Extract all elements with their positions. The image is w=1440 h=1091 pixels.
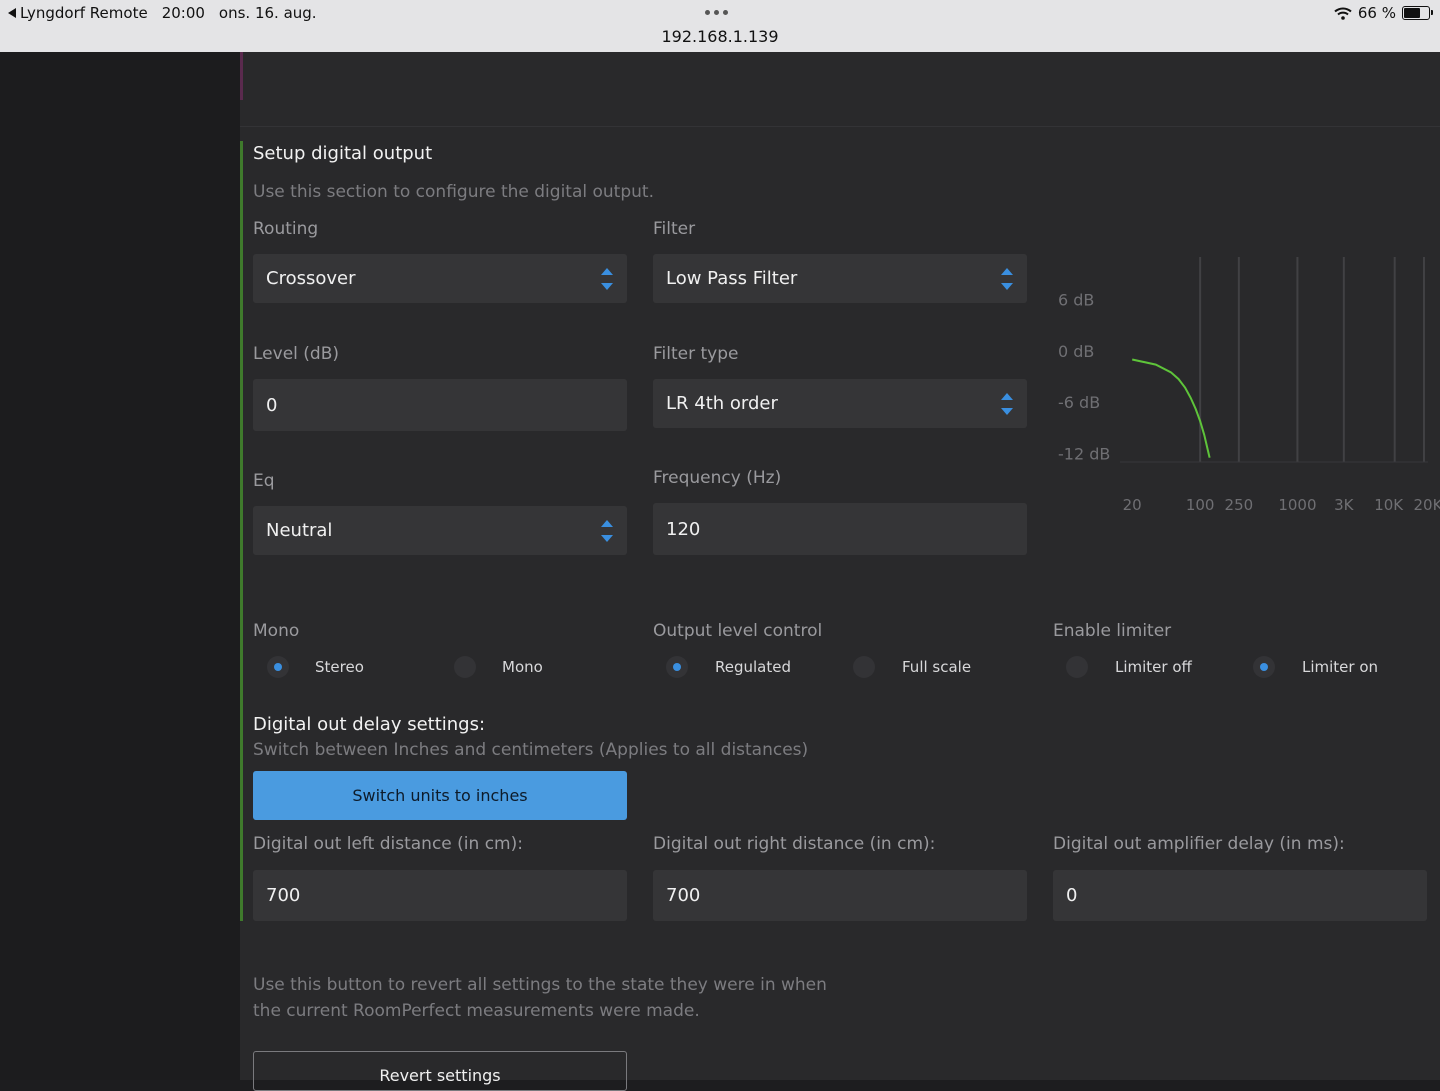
- section-title: Setup digital output: [253, 143, 433, 164]
- chart-response-curve: [1131, 358, 1211, 458]
- main-content: Setup digital output Use this section to…: [240, 52, 1440, 1091]
- routing-select[interactable]: Crossover: [253, 254, 627, 303]
- left-distance-label: Digital out left distance (in cm):: [253, 834, 523, 854]
- stereo-radio[interactable]: [267, 656, 289, 678]
- revert-settings-button[interactable]: Revert settings: [253, 1051, 627, 1091]
- select-arrows-icon: [1001, 392, 1013, 415]
- revert-description-line2: the current RoomPerfect measurements wer…: [253, 1001, 700, 1021]
- battery-percent: 66 %: [1357, 4, 1396, 22]
- amp-delay-input[interactable]: 0: [1053, 870, 1427, 921]
- chart-x-tick-label: 10K: [1374, 496, 1404, 514]
- regulated-radio[interactable]: [666, 656, 688, 678]
- filter-type-select[interactable]: LR 4th order: [653, 379, 1027, 428]
- limiter-on-radio-label: Limiter on: [1302, 658, 1379, 676]
- chart-x-tick-label: 20: [1123, 496, 1142, 514]
- select-arrows-icon: [601, 519, 613, 542]
- status-right: 66 %: [1334, 4, 1433, 22]
- frequency-label: Frequency (Hz): [653, 468, 782, 488]
- filter-type-label: Filter type: [653, 344, 739, 364]
- limiter-off-radio-label: Limiter off: [1115, 658, 1192, 676]
- full-scale-radio-label: Full scale: [902, 658, 972, 676]
- stereo-radio-label: Stereo: [315, 658, 364, 676]
- wifi-icon: [1334, 7, 1352, 20]
- chart-x-tick-label: 100: [1186, 496, 1215, 514]
- back-arrow-icon: [8, 8, 16, 18]
- chart-y-tick-label: 6 dB: [1058, 291, 1094, 310]
- right-distance-input[interactable]: 700: [653, 870, 1027, 921]
- ios-status-bar: Lyngdorf Remote 20:00 ons. 16. aug. 192.…: [0, 0, 1440, 52]
- select-arrows-icon: [1001, 267, 1013, 290]
- page-url: 192.168.1.139: [661, 27, 779, 46]
- switch-units-button[interactable]: Switch units to inches: [253, 771, 627, 820]
- section-divider: [240, 126, 1440, 127]
- status-time: 20:00: [161, 4, 205, 22]
- eq-value: Neutral: [266, 520, 333, 541]
- battery-icon: [1402, 6, 1433, 20]
- select-arrows-icon: [601, 267, 613, 290]
- status-left: Lyngdorf Remote 20:00 ons. 16. aug.: [8, 4, 317, 22]
- chart-x-tick-label: 3K: [1334, 496, 1355, 514]
- back-app-label: Lyngdorf Remote: [20, 4, 148, 22]
- chart-y-tick-label: -12 dB: [1058, 444, 1110, 463]
- frequency-input[interactable]: 120: [653, 503, 1027, 555]
- back-to-app-button[interactable]: Lyngdorf Remote: [8, 4, 148, 22]
- revert-description-line1: Use this button to revert all settings t…: [253, 975, 827, 995]
- full-scale-radio[interactable]: [853, 656, 875, 678]
- section-indicator-bar: [240, 141, 243, 921]
- chart-x-tick-label: 20K: [1414, 496, 1440, 514]
- left-distance-input[interactable]: 700: [253, 870, 627, 921]
- section-description: Use this section to configure the digita…: [253, 182, 654, 202]
- level-label: Level (dB): [253, 344, 339, 364]
- limiter-label: Enable limiter: [1053, 621, 1172, 641]
- chart-x-tick-label: 1000: [1278, 496, 1316, 514]
- chart-y-tick-label: -6 dB: [1058, 393, 1100, 412]
- routing-label: Routing: [253, 219, 319, 239]
- regulated-radio-label: Regulated: [715, 658, 791, 676]
- filter-type-value: LR 4th order: [666, 393, 778, 414]
- routing-value: Crossover: [266, 268, 356, 289]
- filter-select[interactable]: Low Pass Filter: [653, 254, 1027, 303]
- filter-label: Filter: [653, 219, 696, 239]
- filter-response-chart: 6 dB 0 dB -6 dB -12 dB 20 100 250 1000 3K 10K 20K: [1058, 257, 1440, 514]
- sidebar: [0, 52, 240, 1080]
- delay-title: Digital out delay settings:: [253, 714, 486, 735]
- delay-description: Switch between Inches and centimeters (A…: [253, 740, 809, 760]
- amp-delay-value: 0: [1066, 885, 1078, 906]
- mono-radio-label: Mono: [502, 658, 543, 676]
- amp-delay-label: Digital out amplifier delay (in ms):: [1053, 834, 1345, 854]
- chart-x-tick-label: 250: [1225, 496, 1254, 514]
- limiter-on-radio[interactable]: [1253, 656, 1275, 678]
- frequency-value: 120: [666, 518, 701, 540]
- multitasking-dots-icon[interactable]: [705, 10, 728, 15]
- left-distance-value: 700: [266, 885, 301, 906]
- eq-select[interactable]: Neutral: [253, 506, 627, 555]
- level-input[interactable]: 0: [253, 379, 627, 431]
- chart-y-tick-label: 0 dB: [1058, 342, 1094, 361]
- right-distance-label: Digital out right distance (in cm):: [653, 834, 936, 854]
- eq-label: Eq: [253, 471, 275, 491]
- limiter-off-radio[interactable]: [1066, 656, 1088, 678]
- filter-value: Low Pass Filter: [666, 268, 798, 289]
- status-date: ons. 16. aug.: [218, 4, 317, 22]
- previous-section-bar: [240, 52, 243, 100]
- output-level-label: Output level control: [653, 621, 823, 641]
- mono-radio[interactable]: [454, 656, 476, 678]
- level-value: 0: [266, 394, 278, 416]
- mono-label: Mono: [253, 621, 300, 641]
- right-distance-value: 700: [666, 885, 701, 906]
